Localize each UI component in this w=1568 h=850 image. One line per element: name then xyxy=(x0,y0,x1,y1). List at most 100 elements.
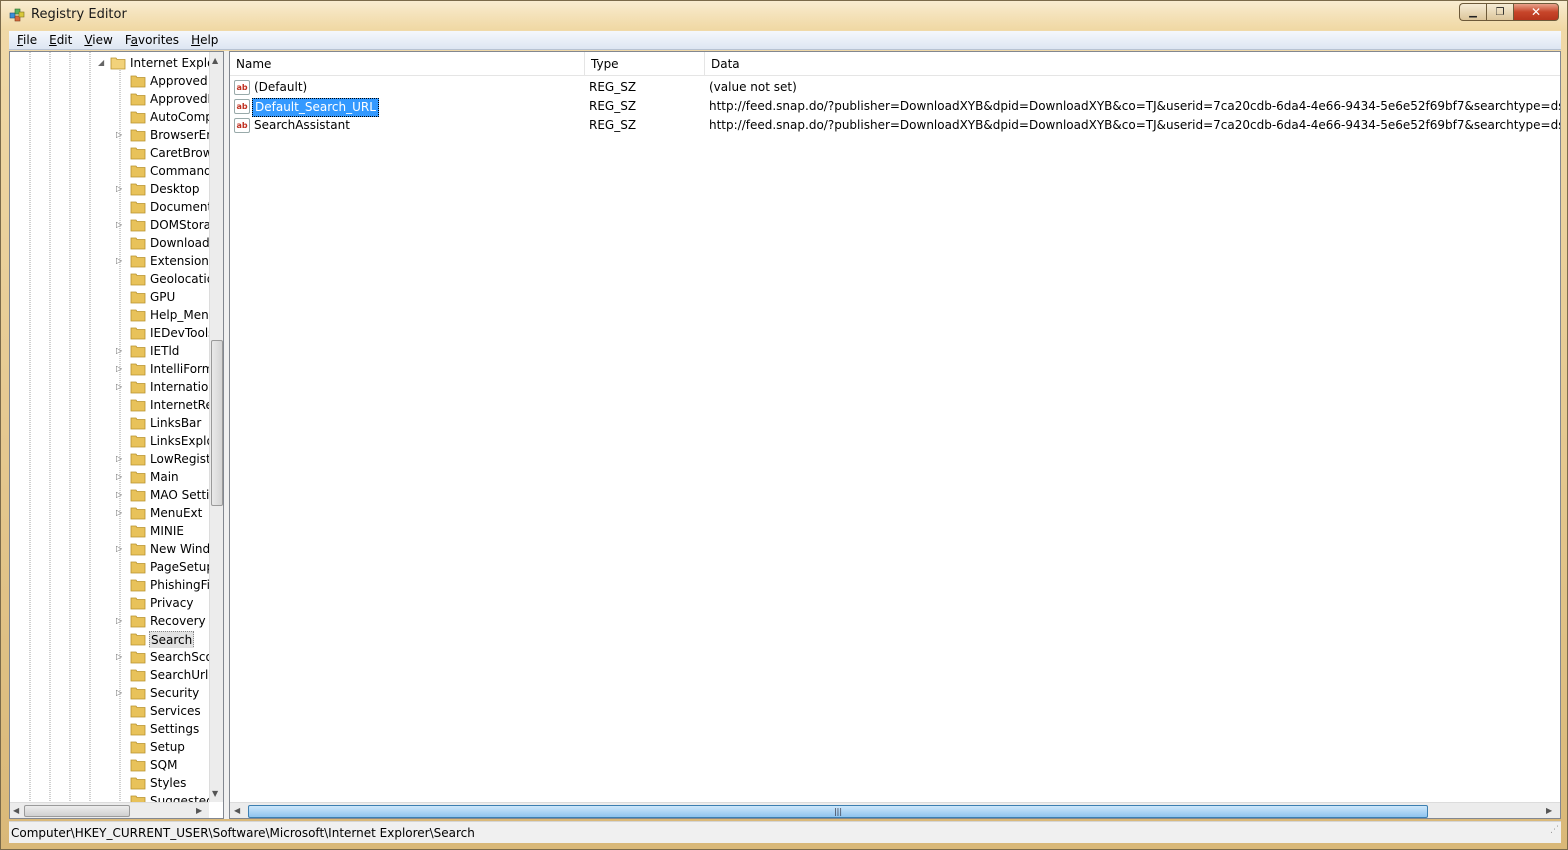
expand-arrow-icon[interactable]: ▷ xyxy=(116,184,124,194)
tree-item[interactable]: Geolocation xyxy=(10,270,210,288)
tree-item[interactable]: SQM xyxy=(10,756,210,774)
tree-item-internet-explorer[interactable]: ◢ Internet Explorer xyxy=(10,54,210,72)
tree-item[interactable]: CommandBar xyxy=(10,162,210,180)
expand-arrow-icon[interactable]: ▷ xyxy=(116,256,124,266)
tree-item[interactable]: Search xyxy=(10,630,210,648)
folder-icon xyxy=(130,273,146,286)
tree-item[interactable]: ▷ Recovery xyxy=(10,612,210,630)
tree-item[interactable]: Approved Extensions xyxy=(10,72,210,90)
tree-item[interactable]: Styles xyxy=(10,774,210,792)
expand-arrow-icon[interactable]: ▷ xyxy=(116,652,124,662)
tree-item[interactable]: Help_Menu_URLs xyxy=(10,306,210,324)
tree-item[interactable]: ▷ MenuExt xyxy=(10,504,210,522)
value-data: http://feed.snap.do/?publisher=DownloadX… xyxy=(709,99,1560,113)
tree-item[interactable]: ▷ Main xyxy=(10,468,210,486)
expand-arrow-icon[interactable]: ▷ xyxy=(116,508,124,518)
minimize-button[interactable]: ▁ xyxy=(1459,3,1486,21)
column-header-name[interactable]: Name xyxy=(230,52,585,76)
expand-arrow-icon[interactable]: ▷ xyxy=(116,688,124,698)
tree-item[interactable]: PageSetup xyxy=(10,558,210,576)
tree-item[interactable]: ▷ SearchScopes xyxy=(10,648,210,666)
list-horizontal-scrollbar[interactable]: ◀ ||| ▶ xyxy=(230,802,1560,818)
tree-item-label: Privacy xyxy=(150,596,194,610)
values-list-pane[interactable]: Name Type Data ab (Default) REG_SZ (valu… xyxy=(229,51,1561,819)
tree-item[interactable]: ▷ BrowserEmulation xyxy=(10,126,210,144)
menu-edit[interactable]: Edit xyxy=(43,33,78,47)
tree-item[interactable]: MINIE xyxy=(10,522,210,540)
tree-item[interactable]: ▷ Security xyxy=(10,684,210,702)
folder-icon xyxy=(130,381,146,394)
tree-vscroll-thumb[interactable] xyxy=(211,340,223,506)
tree-item[interactable]: Settings xyxy=(10,720,210,738)
tree-item-label: InternetRegistry xyxy=(150,398,209,412)
tree-item[interactable]: ▷ IETld xyxy=(10,342,210,360)
menu-view[interactable]: View xyxy=(78,33,118,47)
menu-file[interactable]: File xyxy=(11,33,43,47)
value-row-default[interactable]: ab (Default) REG_SZ (value not set) xyxy=(230,78,1560,97)
tree-item[interactable]: Privacy xyxy=(10,594,210,612)
tree-item[interactable]: IEDevTools xyxy=(10,324,210,342)
tree-horizontal-scrollbar[interactable]: ◀ ▶ xyxy=(10,802,209,818)
scroll-left-icon[interactable]: ◀ xyxy=(13,806,19,815)
scroll-up-icon[interactable]: ▲ xyxy=(212,56,218,65)
tree-hscroll-thumb[interactable] xyxy=(24,805,130,817)
tree-item[interactable]: ApprovedExtensionsMigration xyxy=(10,90,210,108)
expand-arrow-icon[interactable]: ▷ xyxy=(116,616,124,626)
folder-icon xyxy=(130,723,146,736)
tree-item[interactable]: ▷ Desktop xyxy=(10,180,210,198)
folder-icon xyxy=(130,237,146,250)
tree-item[interactable]: ▷ New Windows xyxy=(10,540,210,558)
scroll-right-icon[interactable]: ▶ xyxy=(196,806,202,815)
tree-item[interactable]: SearchUrl xyxy=(10,666,210,684)
scroll-down-icon[interactable]: ▼ xyxy=(212,789,218,798)
scroll-left-icon[interactable]: ◀ xyxy=(234,806,240,815)
menu-help[interactable]: Help xyxy=(185,33,224,47)
expand-arrow-icon[interactable]: ▷ xyxy=(116,346,124,356)
resize-grip-icon[interactable]: ⋰ xyxy=(1550,819,1559,841)
tree-item[interactable]: AutoComplete xyxy=(10,108,210,126)
value-data: (value not set) xyxy=(709,80,797,94)
tree-item[interactable]: LinksExplorer xyxy=(10,432,210,450)
tree-item[interactable]: ▷ International xyxy=(10,378,210,396)
expand-arrow-icon[interactable]: ▷ xyxy=(116,454,124,464)
title-bar[interactable]: Registry Editor ▁ ❐ ✕ xyxy=(1,1,1567,30)
folder-icon xyxy=(130,309,146,322)
window-title: Registry Editor xyxy=(31,7,127,22)
close-button[interactable]: ✕ xyxy=(1513,3,1559,21)
expand-arrow-icon[interactable]: ▷ xyxy=(116,544,124,554)
value-row-search-assistant[interactable]: ab SearchAssistant REG_SZ http://feed.sn… xyxy=(230,116,1560,135)
tree-item[interactable]: Services xyxy=(10,702,210,720)
value-row-default-search-url[interactable]: ab Default_Search_URL REG_SZ http://feed… xyxy=(230,97,1560,117)
tree-item[interactable]: ▷ IntelliForms xyxy=(10,360,210,378)
expand-arrow-icon[interactable]: ▷ xyxy=(116,220,124,230)
tree-item[interactable]: ▷ DOMStorage xyxy=(10,216,210,234)
menu-favorites[interactable]: Favorites xyxy=(119,33,185,47)
tree-item[interactable]: LinksBar xyxy=(10,414,210,432)
collapse-arrow-icon[interactable]: ◢ xyxy=(98,58,106,68)
scroll-right-icon[interactable]: ▶ xyxy=(1546,806,1552,815)
expand-arrow-icon[interactable]: ▷ xyxy=(116,130,124,140)
tree-item[interactable]: PhishingFilter xyxy=(10,576,210,594)
tree-item-label: PageSetup xyxy=(150,560,209,574)
tree-item[interactable]: Setup xyxy=(10,738,210,756)
tree-item[interactable]: DocumentWindows xyxy=(10,198,210,216)
tree-vertical-scrollbar[interactable]: ▲ ▼ xyxy=(209,52,223,802)
maximize-button[interactable]: ❐ xyxy=(1486,3,1513,21)
tree-item[interactable]: ▷ Extensions xyxy=(10,252,210,270)
key-tree-pane[interactable]: ◢ Internet Explorer Approved Extensions A… xyxy=(9,51,224,819)
column-header-data[interactable]: Data xyxy=(705,52,1560,76)
list-hscroll-thumb[interactable]: ||| xyxy=(248,805,1428,818)
tree-item-label: Search xyxy=(149,631,195,648)
expand-arrow-icon[interactable]: ▷ xyxy=(116,490,124,500)
tree-item[interactable]: ▷ LowRegistry xyxy=(10,450,210,468)
tree-item[interactable]: InternetRegistry xyxy=(10,396,210,414)
expand-arrow-icon[interactable]: ▷ xyxy=(116,472,124,482)
expand-arrow-icon[interactable]: ▷ xyxy=(116,364,124,374)
column-header-type[interactable]: Type xyxy=(585,52,705,76)
tree-item[interactable]: CaretBrowsing xyxy=(10,144,210,162)
folder-icon xyxy=(130,255,146,268)
expand-arrow-icon[interactable]: ▷ xyxy=(116,382,124,392)
tree-item[interactable]: ▷ MAO Settings xyxy=(10,486,210,504)
tree-item[interactable]: Download xyxy=(10,234,210,252)
tree-item[interactable]: GPU xyxy=(10,288,210,306)
